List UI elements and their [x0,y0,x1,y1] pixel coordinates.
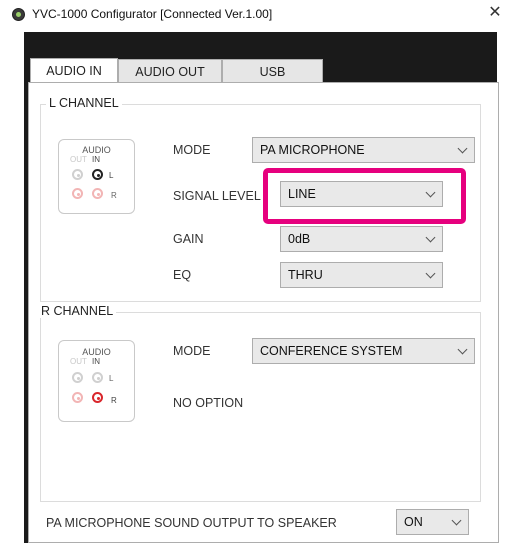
in-label: IN [92,155,100,164]
tab-usb[interactable]: USB [222,59,323,83]
window-title: YVC-1000 Configurator [Connected Ver.1.0… [32,7,273,21]
chevron-down-icon [425,268,436,279]
l-in-jack-icon [92,372,103,383]
r-jack-label: R [111,191,117,200]
r-mode-value: CONFERENCE SYSTEM [260,344,403,358]
out-label: OUT [70,357,87,366]
l-gain-value: 0dB [288,232,311,246]
speaker-output-value: ON [404,515,423,529]
r-no-option-text: NO OPTION [173,396,244,410]
r-out-jack-icon [72,188,83,199]
l-eq-value: THRU [288,268,323,282]
l-signal-level-label: SIGNAL LEVEL [173,189,261,203]
r-mode-label: MODE [173,344,211,358]
chevron-down-icon [457,143,468,154]
l-eq-select[interactable]: THRU [280,262,443,288]
l-jack-label: L [109,171,114,180]
r-in-jack-icon [92,188,103,199]
audio-in-panel: L CHANNEL AUDIO OUT IN L R MODE PA MICRO… [28,82,499,543]
r-channel-label: R CHANNEL [38,304,117,318]
app-icon [12,8,25,21]
close-button[interactable]: ✕ [480,0,510,28]
r-in-jack-icon [92,392,103,403]
chevron-down-icon [457,344,468,355]
r-jack-label: R [111,396,117,405]
l-out-jack-icon [72,169,83,180]
l-channel-label: L CHANNEL [46,96,122,110]
l-signal-level-label-wrap: SIGNAL LEVEL [173,187,273,205]
in-label: IN [92,357,100,366]
l-mode-value: PA MICROPHONE [260,143,365,157]
speaker-output-label: PA MICROPHONE SOUND OUTPUT TO SPEAKER [46,516,337,530]
audio-title: AUDIO [82,347,111,357]
r-mode-select[interactable]: CONFERENCE SYSTEM [252,338,475,364]
chevron-down-icon [425,232,436,243]
r-audio-diagram: AUDIO OUT IN L R [58,340,135,422]
audio-title: AUDIO [82,145,111,155]
tab-audio-out[interactable]: AUDIO OUT [118,59,222,83]
speaker-output-select[interactable]: ON [396,509,469,535]
l-audio-diagram: AUDIO OUT IN L R [58,139,135,214]
l-jack-label: L [109,374,114,383]
l-gain-label: GAIN [173,232,204,246]
l-out-jack-icon [72,372,83,383]
out-label: OUT [70,155,87,164]
tab-audio-in[interactable]: AUDIO IN [30,58,118,84]
title-bar: YVC-1000 Configurator [Connected Ver.1.0… [0,0,510,28]
signal-level-highlight-box [263,168,466,224]
l-gain-select[interactable]: 0dB [280,226,443,252]
l-in-jack-icon [92,169,103,180]
l-eq-label: EQ [173,268,192,282]
r-out-jack-icon [72,392,83,403]
chevron-down-icon [451,515,462,526]
l-mode-select[interactable]: PA MICROPHONE [252,137,475,163]
l-mode-label: MODE [173,143,211,157]
r-channel-group: R CHANNEL AUDIO OUT IN L R MODE CONFEREN… [38,304,481,502]
